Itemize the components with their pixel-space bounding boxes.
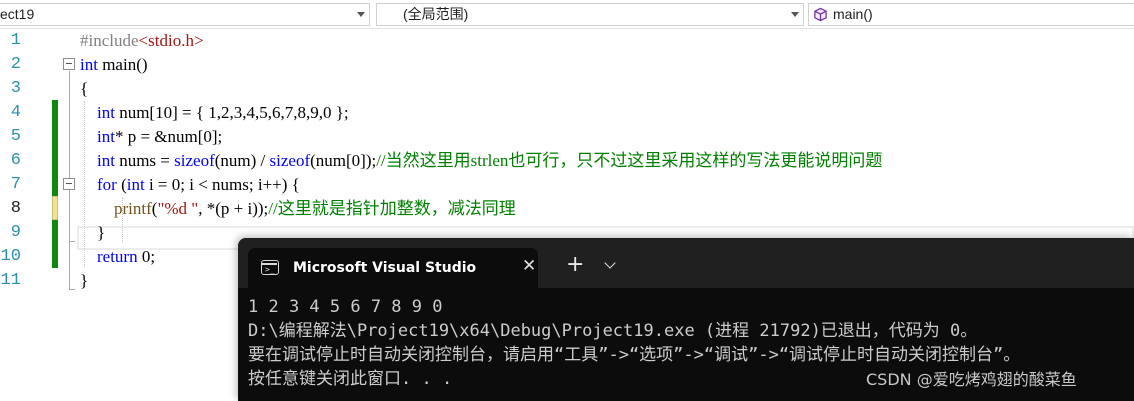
code-token: //当然这里用strlen也可行，只不过这里采用这样的写法更能说明问题 (376, 151, 883, 170)
collapse-main-icon[interactable] (63, 58, 75, 70)
line-number: 6 (10, 151, 21, 170)
code-token: printf (114, 199, 152, 218)
change-marker (52, 172, 58, 196)
line-number: 8 (10, 199, 21, 218)
code-token: "%d " (157, 199, 199, 218)
chevron-down-icon[interactable] (604, 257, 616, 269)
line-number: 5 (10, 127, 21, 146)
code-line[interactable]: printf("%d ", *(p + i));//这里就是指针加整数，减法同理 (80, 197, 516, 221)
code-token: 0; (137, 247, 156, 266)
code-line[interactable]: #include<stdio.h> (80, 29, 204, 53)
change-marker (52, 244, 58, 268)
code-token: { (80, 79, 89, 98)
code-line[interactable]: } (80, 269, 88, 293)
member-dropdown-label: main() (833, 6, 873, 22)
code-token: num[10] = { 1,2,3,4,5,6,7,8,9,0 }; (114, 103, 349, 122)
line-number: 2 (10, 55, 21, 74)
chevron-down-icon[interactable] (357, 12, 365, 17)
terminal-tab-title: Microsoft Visual Studio 调试控制台 (293, 260, 479, 276)
code-token: , *(p + i)); (198, 199, 269, 218)
line-number: 1 (10, 31, 21, 50)
change-marker (52, 124, 58, 148)
code-token: //这里就是指针加整数，减法同理 (268, 199, 516, 218)
code-token: sizeof (174, 151, 215, 170)
line-number: 7 (10, 175, 21, 194)
line-number: 10 (0, 247, 21, 266)
code-token: nums = (114, 151, 175, 170)
code-token: int (126, 175, 145, 194)
code-token: * p = &num[0]; (114, 127, 223, 146)
code-line[interactable]: int main() (80, 53, 148, 77)
code-token: int (97, 103, 115, 122)
line-number: 9 (10, 223, 21, 242)
fold-end-main (69, 289, 75, 290)
code-line[interactable]: return 0; (80, 245, 155, 269)
code-token: int (80, 55, 98, 74)
change-marker (52, 148, 58, 172)
console-icon: >_ (261, 260, 279, 275)
change-marker (52, 100, 58, 124)
terminal-output-line: 要在调试停止时自动关闭控制台，请启用“工具”->“选项”->“调试”->“调试停… (248, 345, 1021, 365)
collapse-for-icon[interactable] (63, 178, 75, 190)
navigation-bar: ect19 (全局范围) main() (0, 0, 1134, 29)
code-line[interactable]: for (int i = 0; i < nums; i++) { (80, 173, 300, 197)
code-line[interactable]: int nums = sizeof(num) / sizeof(num[0]);… (80, 149, 882, 173)
code-token: sizeof (269, 151, 311, 170)
terminal-output-line: 1 2 3 4 5 6 7 8 9 0 (248, 297, 443, 317)
code-token: ( (116, 175, 127, 194)
code-token: } (80, 223, 106, 242)
member-dropdown[interactable]: main() (808, 3, 1134, 26)
code-token: int (97, 127, 115, 146)
code-token: for (97, 175, 117, 194)
terminal-tab[interactable]: >_ Microsoft Visual Studio 调试控制台 ✕ (248, 248, 538, 288)
new-tab-icon[interactable]: + (566, 254, 584, 276)
code-line[interactable]: } (80, 221, 105, 245)
code-line[interactable]: int* p = &num[0]; (80, 125, 222, 149)
project-dropdown-label: ect19 (0, 6, 35, 22)
code-token: #include (80, 31, 139, 50)
scope-dropdown[interactable]: (全局范围) (376, 3, 804, 26)
code-line[interactable]: int num[10] = { 1,2,3,4,5,6,7,8,9,0 }; (80, 101, 349, 125)
code-line[interactable]: { (80, 77, 88, 101)
fold-guide-for (69, 191, 70, 241)
code-token: i = 0; i < nums; i++) { (144, 175, 300, 194)
code-token: return (97, 247, 138, 266)
code-token: (num[0]); (310, 151, 377, 170)
change-marker (52, 220, 58, 244)
cube-icon (814, 7, 827, 22)
chevron-down-icon[interactable] (791, 12, 799, 17)
fold-end-for (69, 241, 75, 242)
project-dropdown[interactable]: ect19 (0, 3, 370, 26)
debug-console-window[interactable]: >_ Microsoft Visual Studio 调试控制台 ✕ + 1 2… (238, 238, 1134, 401)
terminal-titlebar: >_ Microsoft Visual Studio 调试控制台 ✕ + (238, 238, 1134, 288)
unsaved-change-marker (52, 196, 58, 220)
line-number: 3 (10, 79, 21, 98)
code-token: int (97, 151, 115, 170)
line-number: 11 (0, 271, 21, 290)
code-token: } (80, 271, 89, 290)
watermark: CSDN @爱吃烤鸡翅的酸菜鱼 (866, 370, 1077, 389)
code-token: (num) / (214, 151, 270, 170)
terminal-output-line: D:\编程解法\Project19\x64\Debug\Project19.ex… (248, 321, 978, 341)
code-token: <stdio.h> (138, 31, 204, 50)
line-number: 4 (10, 103, 21, 122)
scope-dropdown-label: (全局范围) (403, 6, 469, 22)
code-token: main() (97, 55, 148, 74)
close-tab-icon[interactable]: ✕ (522, 256, 536, 276)
